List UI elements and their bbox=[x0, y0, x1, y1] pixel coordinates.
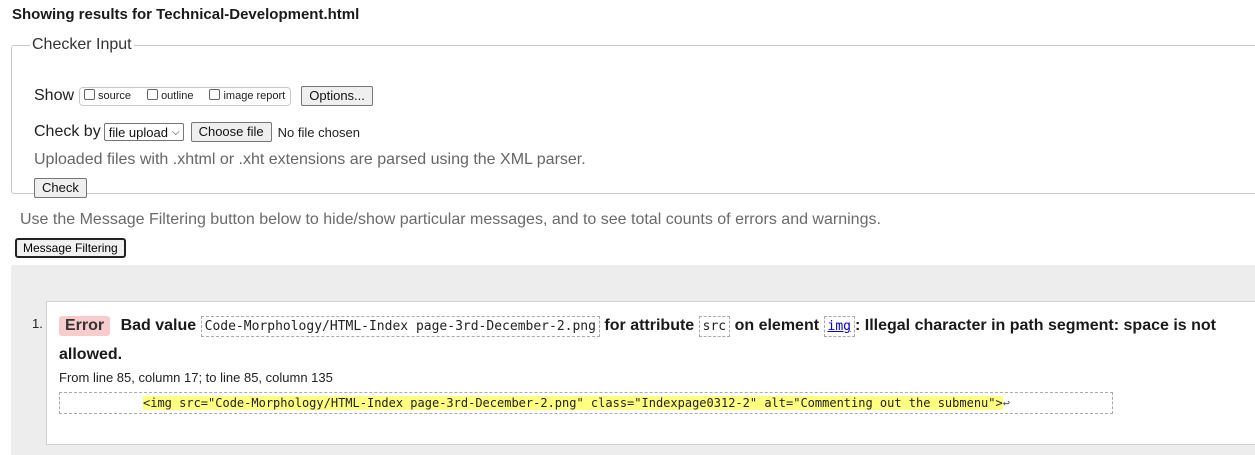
page-title: Showing results for Technical-Developmen… bbox=[12, 6, 360, 23]
message-filtering-hint: Use the Message Filtering button below t… bbox=[20, 211, 881, 228]
outline-label: outline bbox=[161, 90, 194, 102]
image-report-checkbox[interactable] bbox=[209, 88, 221, 100]
results-panel: 1. Error Bad value Code-Morphology/HTML-… bbox=[11, 265, 1255, 455]
options-button[interactable]: Options... bbox=[301, 86, 373, 106]
show-outline-option[interactable]: outline bbox=[147, 88, 194, 102]
check-by-value: file upload bbox=[108, 124, 168, 140]
source-checkbox[interactable] bbox=[84, 88, 96, 100]
message-filtering-button[interactable]: Message Filtering bbox=[15, 238, 126, 258]
check-button[interactable]: Check bbox=[34, 178, 87, 198]
element-link[interactable]: img bbox=[823, 316, 855, 337]
error-badge: Error bbox=[59, 316, 111, 336]
error-message: Error Bad value Code-Morphology/HTML-Ind… bbox=[46, 301, 1255, 445]
source-label: source bbox=[98, 90, 132, 102]
check-by-row: Check by file upload ⌵ Choose file No fi… bbox=[34, 122, 360, 142]
outline-checkbox[interactable] bbox=[147, 88, 159, 100]
show-options-group: source outline image report bbox=[79, 86, 292, 106]
show-source-option[interactable]: source bbox=[84, 88, 132, 102]
show-image-report-option[interactable]: image report bbox=[209, 88, 286, 102]
message-number: 1. bbox=[32, 316, 43, 331]
check-by-label: Check by bbox=[34, 123, 101, 140]
check-by-select[interactable]: file upload ⌵ bbox=[103, 123, 184, 141]
extract-highlight: <img src="Code-Morphology/HTML-Index pag… bbox=[143, 396, 1003, 410]
xml-parser-hint: Uploaded files with .xhtml or .xht exten… bbox=[34, 151, 586, 168]
checker-input-legend: Checker Input bbox=[32, 36, 132, 53]
show-row: Show source outline image report Options… bbox=[34, 86, 373, 106]
show-label: Show bbox=[34, 87, 75, 104]
message-text: Error Bad value Code-Morphology/HTML-Ind… bbox=[59, 312, 1244, 369]
image-report-label: image report bbox=[223, 90, 286, 102]
chevron-down-icon: ⌵ bbox=[171, 126, 180, 138]
message-prefix: Bad value bbox=[120, 317, 197, 334]
attribute-code: src bbox=[698, 316, 731, 337]
checker-input-fieldset: Checker Input Show source outline image … bbox=[11, 36, 1255, 198]
source-extract: <img src="Code-Morphology/HTML-Index pag… bbox=[59, 392, 1113, 414]
message-element-text: on element bbox=[734, 317, 820, 334]
return-icon: ↩ bbox=[1002, 396, 1010, 410]
choose-file-button[interactable]: Choose file bbox=[190, 122, 272, 142]
message-location: From line 85, column 17; to line 85, col… bbox=[59, 370, 333, 385]
message-attr-text: for attribute bbox=[604, 317, 695, 334]
bad-value-code: Code-Morphology/HTML-Index page-3rd-Dece… bbox=[200, 316, 600, 337]
no-file-chosen-text: No file chosen bbox=[277, 124, 361, 140]
